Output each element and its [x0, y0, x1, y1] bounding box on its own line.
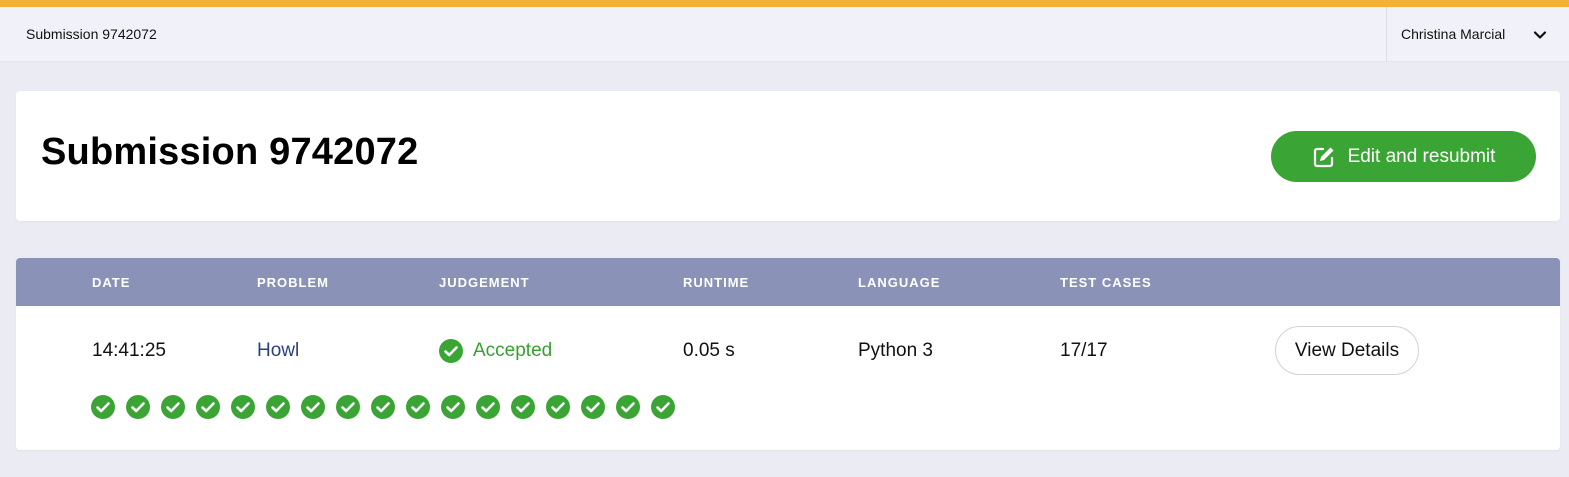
- cell-runtime: 0.05 s: [683, 340, 735, 361]
- test-case-check-icon[interactable]: [196, 395, 220, 419]
- test-case-check-icon[interactable]: [231, 395, 255, 419]
- test-case-check-icon[interactable]: [651, 395, 675, 419]
- test-case-check-icon[interactable]: [161, 395, 185, 419]
- table-header: DATE PROBLEM JUDGEMENT RUNTIME LANGUAGE …: [16, 258, 1560, 306]
- submission-table: DATE PROBLEM JUDGEMENT RUNTIME LANGUAGE …: [16, 258, 1560, 450]
- user-menu[interactable]: Christina Marcial: [1386, 7, 1569, 62]
- chevron-down-icon[interactable]: [1532, 27, 1548, 43]
- test-case-check-icon[interactable]: [581, 395, 605, 419]
- test-case-check-icon[interactable]: [546, 395, 570, 419]
- user-name: Christina Marcial: [1401, 26, 1506, 42]
- test-case-check-icon[interactable]: [616, 395, 640, 419]
- column-header-date: DATE: [92, 275, 131, 290]
- test-case-check-icon[interactable]: [266, 395, 290, 419]
- test-case-check-icon[interactable]: [511, 395, 535, 419]
- column-header-test-cases: TEST CASES: [1060, 275, 1152, 290]
- test-case-check-icon[interactable]: [406, 395, 430, 419]
- judgement-label: Accepted: [473, 340, 553, 361]
- edit-and-resubmit-button[interactable]: Edit and resubmit: [1271, 131, 1536, 182]
- view-details-button[interactable]: View Details: [1275, 326, 1419, 375]
- submission-header-card: Submission 9742072 Edit and resubmit: [16, 91, 1560, 221]
- problem-link[interactable]: Howl: [257, 338, 299, 364]
- top-accent-bar: [0, 0, 1569, 7]
- test-case-check-icon[interactable]: [301, 395, 325, 419]
- column-header-problem: PROBLEM: [257, 275, 329, 290]
- cell-language: Python 3: [858, 340, 933, 361]
- top-bar: Submission 9742072 Christina Marcial: [0, 7, 1569, 62]
- check-circle-icon: [439, 339, 463, 363]
- cell-test-cases: 17/17: [1060, 340, 1108, 361]
- page-title: Submission 9742072: [41, 131, 419, 173]
- edit-and-resubmit-label: Edit and resubmit: [1347, 145, 1496, 167]
- test-case-check-icon[interactable]: [441, 395, 465, 419]
- test-case-check-icon[interactable]: [336, 395, 360, 419]
- cell-date: 14:41:25: [92, 340, 166, 361]
- breadcrumb: Submission 9742072: [26, 26, 157, 42]
- test-case-check-icon[interactable]: [371, 395, 395, 419]
- test-case-check-icon[interactable]: [126, 395, 150, 419]
- edit-icon: [1313, 147, 1334, 167]
- cell-judgement: Accepted: [439, 338, 552, 364]
- test-case-results: [91, 395, 675, 419]
- column-header-judgement: JUDGEMENT: [439, 275, 530, 290]
- column-header-language: LANGUAGE: [858, 275, 941, 290]
- column-header-runtime: RUNTIME: [683, 275, 750, 290]
- test-case-check-icon[interactable]: [476, 395, 500, 419]
- test-case-check-icon[interactable]: [91, 395, 115, 419]
